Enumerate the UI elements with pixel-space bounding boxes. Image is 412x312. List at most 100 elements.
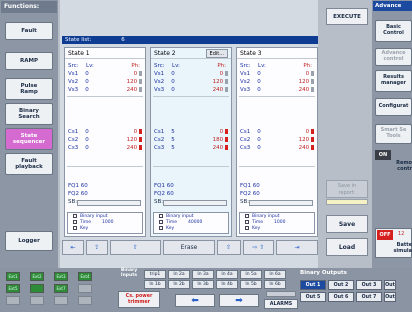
last-state-icon[interactable]: ⇥	[276, 240, 318, 255]
alarms-button[interactable]: ALARMS	[264, 299, 298, 309]
checkbox-icon[interactable]	[159, 220, 163, 224]
amplitude-value[interactable]: 0	[85, 71, 114, 77]
checkbox-icon[interactable]	[245, 220, 249, 224]
checkbox-icon[interactable]	[159, 214, 163, 218]
voltage-row[interactable]: Vs1 0 0	[154, 70, 228, 77]
binary-outputs-track[interactable]	[249, 200, 313, 206]
current-row[interactable]: Cs2 0 120	[240, 136, 314, 143]
time-value[interactable]: 1000	[274, 220, 285, 225]
time-value[interactable]: 1000	[102, 220, 113, 225]
function-button-3[interactable]: Binary Search	[5, 103, 53, 125]
amplitude-value[interactable]: 0	[85, 79, 114, 85]
first-state-icon[interactable]: ⇤	[62, 240, 84, 255]
state-panel-2[interactable]: State 2 Edit... Src: Lv: Ph: Vs1 0 0 Vs2 0 120 Vs3 0…	[150, 47, 232, 237]
save-button[interactable]: Save	[326, 215, 368, 233]
save-in-report-indicator[interactable]	[326, 199, 368, 205]
advanced-button-1[interactable]: Advance control	[375, 48, 412, 66]
phase-value[interactable]: 240	[114, 87, 138, 93]
cs-power-trimmer-button[interactable]: Cs. power trimmer	[118, 291, 160, 308]
edit-state-button[interactable]: Edit...	[205, 48, 228, 58]
voltage-row[interactable]: Vs3 0 240	[68, 86, 142, 93]
voltage-row[interactable]: Vs2 0 120	[68, 78, 142, 85]
load-button[interactable]: Load	[326, 238, 368, 256]
binary-output-button[interactable]: Out 3	[356, 280, 382, 290]
amplitude-value[interactable]: 0	[85, 129, 114, 135]
voltage-row[interactable]: Vs1 0 0	[240, 70, 314, 77]
amplitude-value[interactable]: 0	[257, 137, 286, 143]
phase-value[interactable]: 0	[200, 71, 224, 77]
trigger-panel[interactable]: Binary input Time 1000 Key	[239, 212, 315, 234]
amplitude-value[interactable]: 0	[257, 129, 286, 135]
phase-value[interactable]: 240	[114, 145, 138, 151]
key-trigger[interactable]: Key	[154, 225, 228, 231]
function-button-0[interactable]: Fault	[5, 22, 53, 40]
voltage-row[interactable]: Vs3 0 240	[240, 86, 314, 93]
phase-value[interactable]: 120	[200, 79, 224, 85]
amplitude-value[interactable]: 5	[171, 145, 200, 151]
current-row[interactable]: Cs3 0 240	[68, 144, 142, 151]
function-button-1[interactable]: RAMP	[5, 52, 53, 70]
current-row[interactable]: Cs1 0 0	[240, 128, 314, 135]
off-toggle[interactable]: OFF	[377, 230, 393, 240]
binary-output-button[interactable]: Out 7	[356, 292, 382, 302]
frequency-2[interactable]: FQ2 60	[68, 191, 88, 197]
amplitude-value[interactable]: 0	[257, 145, 286, 151]
binary-output-button[interactable]: Out	[384, 280, 396, 290]
binary-outputs-track[interactable]	[163, 200, 227, 206]
function-button-5[interactable]: Fault playback	[5, 153, 53, 175]
frequency-1[interactable]: FQ1 60	[154, 183, 174, 189]
phase-value[interactable]: 120	[114, 79, 138, 85]
amplitude-value[interactable]: 0	[171, 79, 200, 85]
advanced-button-2[interactable]: Results manager	[375, 70, 412, 92]
function-button-4[interactable]: State sequencer	[5, 128, 53, 150]
execute-button[interactable]: EXECUTE	[326, 8, 368, 25]
phase-value[interactable]: 120	[286, 79, 310, 85]
erase-button[interactable]: Erase	[163, 240, 215, 255]
amplitude-value[interactable]: 0	[257, 87, 286, 93]
on-toggle[interactable]: ON	[375, 150, 391, 160]
voltage-row[interactable]: Vs2 0 120	[240, 78, 314, 85]
checkbox-icon[interactable]	[245, 226, 249, 230]
phase-value[interactable]: 180	[200, 137, 224, 143]
phase-value[interactable]: 240	[286, 87, 310, 93]
voltage-row[interactable]: Vs3 0 240	[154, 86, 228, 93]
advanced-button-0[interactable]: Basic Control	[375, 20, 412, 42]
trigger-panel[interactable]: Binary input Time 40000 Key	[153, 212, 229, 234]
move-state-icon[interactable]: ⇨ ⇧	[242, 240, 275, 255]
state-panel-1[interactable]: State 1 Src: Lv: Ph: Vs1 0 0 Vs2 0 120 Vs3 0 240 Cs1 0…	[64, 47, 146, 237]
current-row[interactable]: Cs2 0 120	[68, 136, 142, 143]
logger-button[interactable]: Logger	[5, 231, 53, 251]
amplitude-value[interactable]: 0	[85, 145, 114, 151]
frequency-2[interactable]: FQ2 60	[154, 191, 174, 197]
trigger-panel[interactable]: Binary input Time 1000 Key	[67, 212, 143, 234]
amplitude-value[interactable]: 0	[171, 71, 200, 77]
phase-value[interactable]: 0	[200, 129, 224, 135]
phase-value[interactable]: 0	[114, 71, 138, 77]
binary-output-button[interactable]: Out 1	[300, 280, 326, 290]
insert-state-icon[interactable]: ⇪	[85, 240, 108, 255]
frequency-1[interactable]: FQ1 60	[240, 183, 260, 189]
phase-value[interactable]: 0	[286, 129, 310, 135]
phase-value[interactable]: 120	[114, 137, 138, 143]
amplitude-value[interactable]: 0	[257, 79, 286, 85]
insert-state-right-icon[interactable]: ⇧	[109, 240, 162, 255]
time-value[interactable]: 40000	[188, 220, 202, 225]
voltage-row[interactable]: Vs1 0 0	[68, 70, 142, 77]
arrow-left-icon[interactable]: ⬅	[175, 294, 215, 307]
binary-outputs-track[interactable]	[77, 200, 141, 206]
insert-state-left-icon[interactable]: ⇧	[216, 240, 241, 255]
checkbox-icon[interactable]	[73, 220, 77, 224]
binary-output-button[interactable]: Out 2	[328, 280, 354, 290]
checkbox-icon[interactable]	[73, 214, 77, 218]
current-row[interactable]: Cs1 5 0	[154, 128, 228, 135]
frequency-1[interactable]: FQ1 60	[68, 183, 88, 189]
key-trigger[interactable]: Key	[68, 225, 142, 231]
checkbox-icon[interactable]	[245, 214, 249, 218]
amplitude-value[interactable]: 5	[171, 137, 200, 143]
current-row[interactable]: Cs3 0 240	[240, 144, 314, 151]
amplitude-value[interactable]: 0	[171, 87, 200, 93]
frequency-2[interactable]: FQ2 60	[240, 191, 260, 197]
phase-value[interactable]: 240	[286, 145, 310, 151]
function-button-2[interactable]: Pulse Ramp	[5, 78, 53, 100]
binary-output-button[interactable]: Out 6	[328, 292, 354, 302]
